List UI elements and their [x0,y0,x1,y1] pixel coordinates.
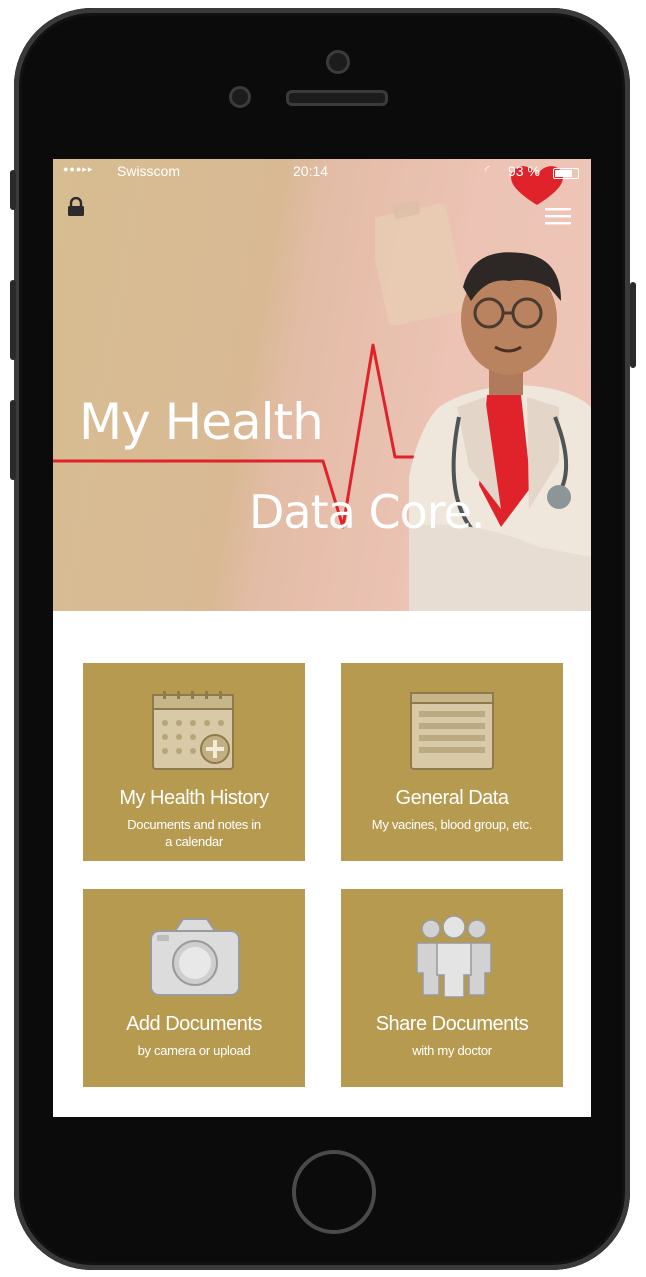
hamburger-menu-icon[interactable] [545,207,571,225]
general-data-tile[interactable]: General Data My vacines, blood group, et… [341,663,563,861]
tile-subtitle: Documents and notes in a calendar [83,816,305,850]
tile-subtitle-line: Documents and notes in [127,817,261,832]
lock-icon[interactable] [67,197,85,217]
tile-subtitle-line: with my doctor [412,1043,492,1058]
people-group-icon [416,915,492,998]
power-button [630,282,636,368]
tile-title: Add Documents [126,1013,262,1035]
tile-subtitle-line: a calendar [165,834,223,849]
volume-up-button [10,280,16,360]
add-documents-tile[interactable]: Add Documents by camera or upload [83,889,305,1087]
share-documents-tile[interactable]: Share Documents with my doctor [341,889,563,1087]
my-health-history-tile[interactable]: My Health History Documents and notes in… [83,663,305,861]
home-button[interactable] [292,1150,376,1234]
tile-subtitle-line: My vacines, blood group, etc. [371,817,533,832]
mute-switch [10,170,16,210]
status-bar: ●●●▸▸ Swisscom 20:14 ◜ 93 % [53,159,591,185]
tile-title: General Data [395,787,509,809]
battery-percentage: 93 % [508,163,540,179]
battery-icon [553,168,579,179]
tile-subtitle: My vacines, blood group, etc. [341,816,563,833]
signal-strength-icon: ●●●▸▸ [63,164,94,174]
tile-subtitle-line: by camera or upload [137,1043,251,1058]
calendar-add-icon [152,691,234,770]
tile-subtitle: by camera or upload [83,1042,305,1059]
tile-title: Share Documents [375,1013,529,1035]
app-title-line1: My Health [79,393,324,451]
hero-banner: ●●●▸▸ Swisscom 20:14 ◜ 93 % My Health Da… [53,159,591,611]
doctor-illustration [409,252,591,611]
tile-subtitle: with my doctor [341,1042,563,1059]
carrier-name: Swisscom [117,163,181,179]
tile-title: My Health History [119,787,269,809]
wifi-icon: ◜ [485,163,490,177]
front-camera [326,50,350,74]
earpiece-speaker [286,90,388,106]
document-list-icon [410,692,494,770]
clock: 20:14 [293,163,329,179]
app-title-line2: Data Core. [249,485,486,539]
volume-down-button [10,400,16,480]
proximity-sensor [229,86,251,108]
app-screen: ●●●▸▸ Swisscom 20:14 ◜ 93 % My Health Da… [53,159,591,1117]
camera-icon [150,918,240,996]
